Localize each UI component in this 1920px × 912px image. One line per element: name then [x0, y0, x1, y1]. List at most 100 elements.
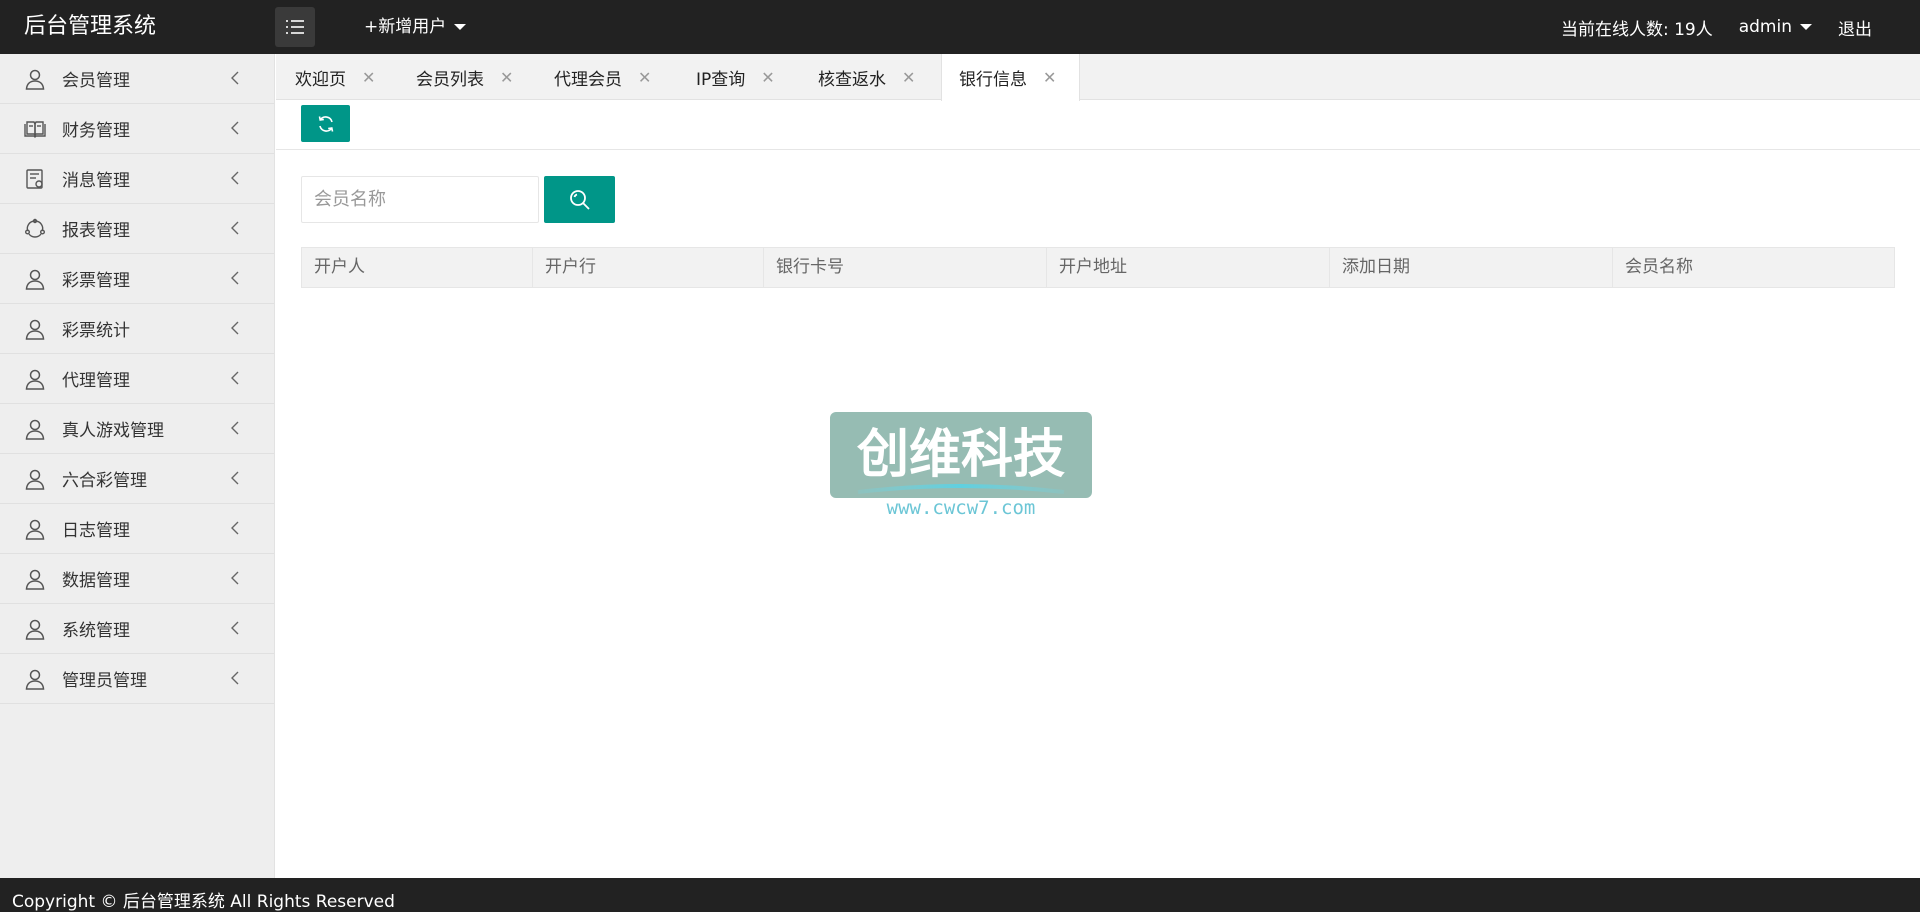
column-header[interactable]: 开户行	[533, 248, 764, 287]
sidebar-item-messages[interactable]: 消息管理	[0, 154, 274, 204]
sidebar-item-label: 数据管理	[62, 571, 130, 591]
user-icon	[25, 369, 45, 390]
sidebar-item-label: 消息管理	[62, 171, 130, 191]
tab-label: 代理会员	[554, 69, 622, 90]
close-icon[interactable]: ✕	[902, 68, 915, 87]
chevron-left-icon	[231, 421, 239, 435]
watermark-title: 创维科技	[856, 425, 1065, 485]
column-header[interactable]: 银行卡号	[764, 248, 1047, 287]
chevron-left-icon	[231, 571, 239, 585]
close-icon[interactable]: ✕	[761, 68, 774, 87]
sidebar: 会员管理 财务管理 消息管理 报表管理 彩票管理 彩票统计 代理管理 真人游戏管…	[0, 54, 275, 878]
column-header[interactable]: 会员名称	[1613, 248, 1894, 287]
user-icon	[25, 569, 45, 590]
sidebar-item-label: 系统管理	[62, 621, 130, 641]
tab-label: 银行信息	[959, 70, 1027, 90]
refresh-icon	[318, 115, 333, 132]
refresh-button[interactable]	[301, 105, 350, 142]
user-icon	[25, 69, 45, 90]
online-count: 当前在线人数: 19人	[1560, 19, 1713, 40]
close-icon[interactable]: ✕	[638, 68, 651, 87]
add-user-label: +新增用户	[364, 17, 447, 37]
tab-label: 欢迎页	[295, 69, 346, 90]
sidebar-item-agents[interactable]: 代理管理	[0, 354, 274, 404]
content-toolbar	[276, 100, 1920, 150]
header-right: 当前在线人数: 19人 admin 退出	[1561, 0, 1872, 54]
menu-toggle-button[interactable]	[275, 7, 315, 47]
footer: Copyright © 后台管理系统 All Rights Reserved	[0, 878, 1920, 912]
chevron-left-icon	[231, 471, 239, 485]
sidebar-item-label: 六合彩管理	[62, 471, 147, 491]
user-icon	[25, 469, 45, 490]
sidebar-item-admins[interactable]: 管理员管理	[0, 654, 274, 704]
sidebar-item-label: 日志管理	[62, 521, 130, 541]
copyright-text: Copyright © 后台管理系统 All Rights Reserved	[12, 892, 395, 912]
user-icon	[25, 519, 45, 540]
sidebar-item-mark-six[interactable]: 六合彩管理	[0, 454, 274, 504]
chevron-left-icon	[231, 671, 239, 685]
sidebar-item-label: 财务管理	[62, 121, 130, 141]
tab-rebate-check[interactable]: 核查返水 ✕	[801, 54, 941, 100]
search-icon	[569, 189, 590, 210]
add-user-menu[interactable]: +新增用户	[364, 0, 467, 54]
chevron-left-icon	[231, 621, 239, 635]
sidebar-item-data[interactable]: 数据管理	[0, 554, 274, 604]
caret-down-icon	[1800, 24, 1812, 30]
chevron-left-icon	[231, 321, 239, 335]
admin-menu[interactable]: admin	[1739, 17, 1812, 37]
close-icon[interactable]: ✕	[500, 68, 513, 87]
user-icon	[25, 419, 45, 440]
message-icon	[26, 169, 43, 189]
sidebar-item-finance[interactable]: 财务管理	[0, 104, 274, 154]
chevron-left-icon	[231, 71, 239, 85]
chevron-left-icon	[231, 221, 239, 235]
column-header[interactable]: 开户人	[302, 248, 533, 287]
sidebar-item-label: 真人游戏管理	[62, 421, 164, 441]
tab-label: IP查询	[696, 69, 746, 90]
sidebar-item-label: 彩票管理	[62, 271, 130, 291]
sidebar-item-logs[interactable]: 日志管理	[0, 504, 274, 554]
tab-bar: 欢迎页 ✕ 会员列表 ✕ 代理会员 ✕ IP查询 ✕ 核查返水 ✕ 银行信息 ✕	[276, 54, 1920, 101]
chevron-left-icon	[231, 121, 239, 135]
user-icon	[25, 319, 45, 340]
watermark-logo: 创维科技 www.cwcw7.com	[830, 412, 1092, 519]
close-icon[interactable]: ✕	[362, 68, 375, 87]
column-header[interactable]: 添加日期	[1330, 248, 1613, 287]
sidebar-item-reports[interactable]: 报表管理	[0, 204, 274, 254]
tab-ip-query[interactable]: IP查询 ✕	[679, 54, 801, 100]
user-icon	[25, 669, 45, 690]
user-icon	[25, 619, 45, 640]
book-icon	[24, 121, 46, 138]
sidebar-item-live-games[interactable]: 真人游戏管理	[0, 404, 274, 454]
tab-member-list[interactable]: 会员列表 ✕	[400, 54, 539, 100]
chevron-left-icon	[231, 271, 239, 285]
sidebar-item-lottery[interactable]: 彩票管理	[0, 254, 274, 304]
app-logo: 后台管理系统	[24, 14, 157, 39]
caret-down-icon	[454, 24, 467, 30]
sidebar-item-members[interactable]: 会员管理	[0, 54, 274, 104]
tab-label: 会员列表	[416, 69, 484, 90]
user-icon	[25, 269, 45, 290]
search-button[interactable]	[544, 176, 615, 223]
chevron-left-icon	[231, 371, 239, 385]
sidebar-item-label: 代理管理	[62, 371, 130, 391]
sidebar-item-system[interactable]: 系统管理	[0, 604, 274, 654]
chevron-left-icon	[231, 171, 239, 185]
tab-bank-info[interactable]: 银行信息 ✕	[941, 54, 1080, 101]
report-icon	[25, 218, 46, 238]
admin-name: admin	[1738, 17, 1792, 37]
sidebar-item-label: 管理员管理	[62, 671, 147, 691]
tab-label: 核查返水	[818, 69, 886, 90]
bank-info-table: 开户人 开户行 银行卡号 开户地址 添加日期 会员名称	[301, 247, 1895, 288]
close-icon[interactable]: ✕	[1043, 68, 1056, 87]
member-name-search-input[interactable]	[301, 176, 539, 223]
list-icon	[286, 20, 304, 34]
logout-link[interactable]: 退出	[1838, 15, 1872, 40]
watermark-url: www.cwcw7.com	[887, 497, 1036, 519]
chevron-left-icon	[231, 521, 239, 535]
sidebar-item-label: 报表管理	[62, 221, 130, 241]
tab-welcome[interactable]: 欢迎页 ✕	[276, 54, 400, 100]
tab-agent-members[interactable]: 代理会员 ✕	[539, 54, 679, 100]
sidebar-item-lottery-stats[interactable]: 彩票统计	[0, 304, 274, 354]
column-header[interactable]: 开户地址	[1047, 248, 1330, 287]
